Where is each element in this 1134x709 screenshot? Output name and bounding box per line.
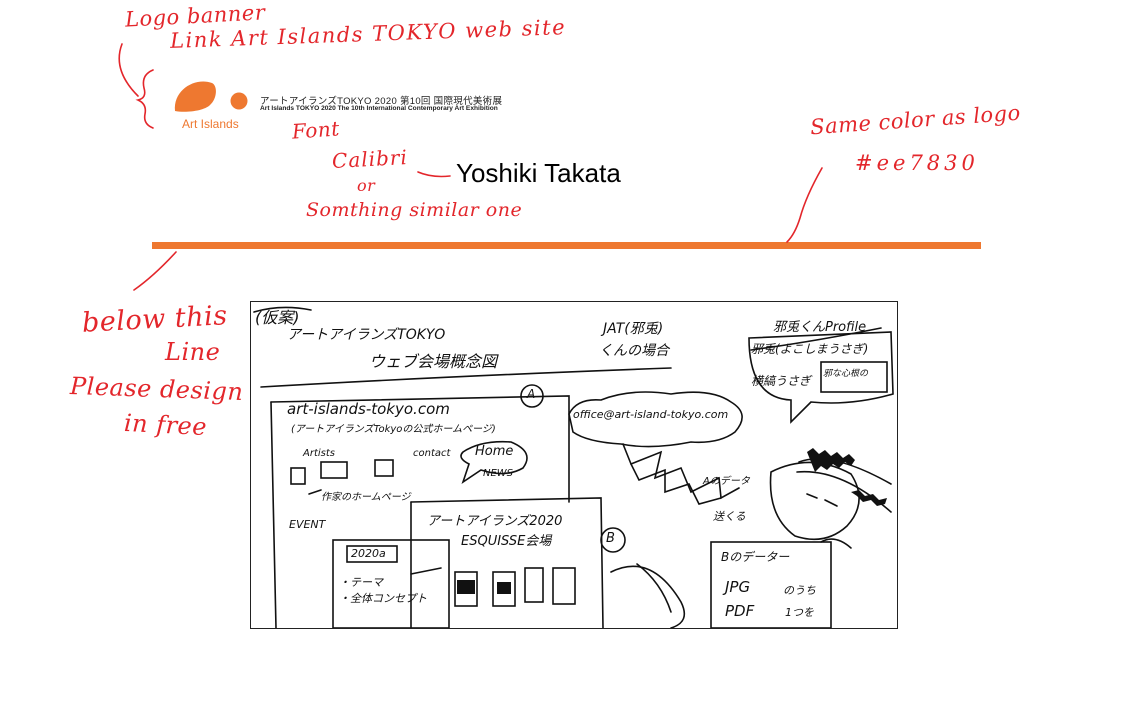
sketch-jat-2: くんの場合 [599, 343, 669, 359]
annotation-hex-color: #ee7830 [855, 151, 979, 175]
sketch-event-label: EVENT [289, 518, 326, 531]
sketch-data-b: Bのデーター [721, 550, 790, 564]
sketch-title-1: アートアイランズTOKYO [287, 327, 446, 343]
sketch-artists-link: Artists [303, 448, 335, 459]
annotation-line: Line [165, 338, 221, 366]
sketch-profile-line-3: 邪な心根の [823, 369, 869, 379]
sketch-of: のうち [783, 584, 816, 597]
sketch-home-link: Home [475, 444, 514, 459]
annotation-in-free: in free [123, 408, 208, 442]
sketch-pdf: PDF [725, 602, 755, 620]
sketch-theme: ・テーマ [339, 576, 383, 589]
pointer-line-below [133, 251, 177, 291]
sketch-profile-line-1: 邪兎(よこしまうさぎ) [751, 342, 869, 356]
artist-name: Yoshiki Takata [456, 158, 621, 188]
sketch-email: office@art-island-tokyo.com [573, 408, 729, 421]
orange-divider-line [152, 242, 981, 249]
sketch-marker-a: A [527, 387, 536, 401]
annotation-something-similar: Somthing similar one [306, 199, 523, 221]
logo-banner-link[interactable]: Art Islands アートアイランズTOKYO 2020 第10回 国際現代… [170, 75, 510, 137]
sketch-jat-1: JAT(邪兎) [603, 321, 664, 337]
sketch-jpg: JPG [725, 578, 751, 596]
bracket-logo [135, 69, 154, 129]
sketch-artist-pages: 作家のホームページ [321, 492, 411, 503]
sketch-site-url: art-islands-tokyo.com [287, 400, 450, 418]
logo-wordmark: Art Islands [182, 117, 239, 131]
sketch-title-2: ウェブ会場概念図 [369, 352, 498, 371]
sketch-esquisse-2: ESQUISSE会場 [461, 534, 552, 549]
sketch-data-a: Aのデータ [703, 476, 750, 487]
sketch-concept: ・全体コンセプト [339, 592, 427, 605]
annotation-please-design: Please design [69, 371, 244, 407]
concept-sketch-image: (仮案) アートアイランズTOKYO ウェブ会場概念図 JAT(邪兎) くんの場… [250, 301, 898, 629]
annotation-calibri: Calibri [331, 145, 409, 173]
pointer-line-logo [118, 43, 139, 97]
sketch-one: 1つを [785, 606, 814, 619]
pointer-line-color [786, 167, 823, 243]
pointer-line-font [417, 171, 451, 178]
sketch-profile-title: 邪兎くんProfile [773, 320, 867, 335]
annotation-same-color: Same color as logo [809, 100, 1022, 140]
sketch-year-tag: 2020a [351, 547, 386, 560]
sketch-send: 送くる [713, 510, 746, 523]
sketch-marker-b: B [606, 531, 615, 546]
annotation-below-this: below this [81, 300, 229, 339]
sketch-site-url-sub: (アートアイランズTokyoの公式ホームページ) [291, 424, 496, 435]
sketch-news-link: NEWS [483, 468, 514, 479]
annotation-or: or [357, 176, 376, 195]
sketch-profile-line-2: 横縞うさぎ [751, 374, 812, 388]
logo-title-english: Art Islands TOKYO 2020 The 10th Internat… [260, 105, 498, 112]
sketch-contact-link: contact [413, 448, 451, 459]
sketch-esquisse-1: アートアイランズ2020 [427, 514, 563, 529]
